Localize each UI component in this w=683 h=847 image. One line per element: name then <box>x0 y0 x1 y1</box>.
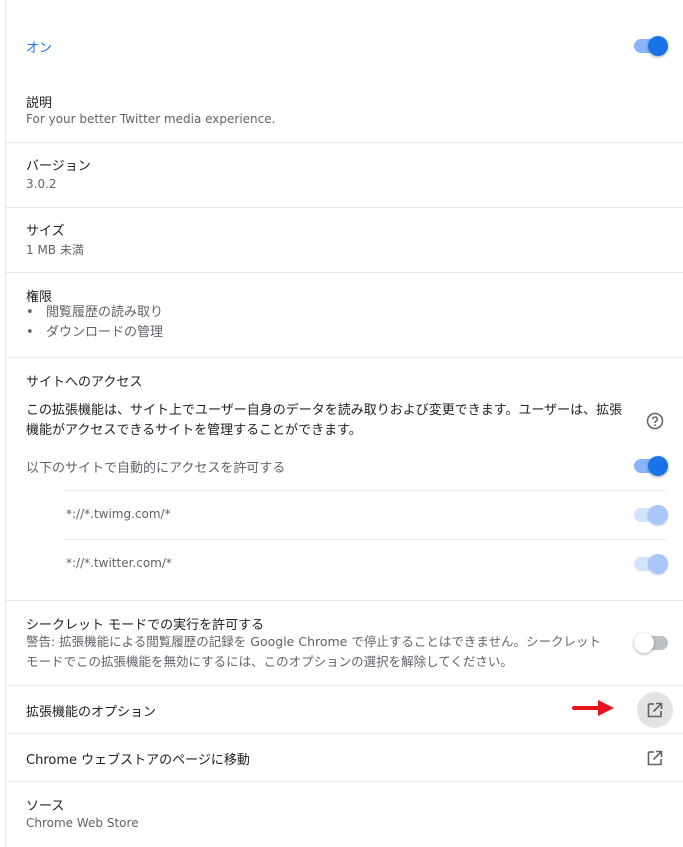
divider <box>64 490 666 491</box>
version-value: 3.0.2 <box>26 177 57 191</box>
site-access-description: この拡張機能は、サイト上でユーザー自身のデータを読み取りおよび変更できます。ユー… <box>26 403 623 438</box>
site-twitter-toggle[interactable] <box>634 554 668 574</box>
extension-details-page: オン 説明 For your better Twitter media expe… <box>5 0 683 847</box>
permissions-row: 権限 閲覧履歴の読み取り ダウンロードの管理 <box>6 273 683 358</box>
permission-item: ダウンロードの管理 <box>20 323 163 343</box>
auto-allow-toggle[interactable] <box>634 456 668 476</box>
enabled-toggle[interactable] <box>634 36 668 56</box>
incognito-row: シークレット モードでの実行を許可する 警告: 拡張機能による閲覧履歴の記録を … <box>6 601 683 686</box>
web-store-row[interactable]: Chrome ウェブストアのページに移動 <box>6 734 683 782</box>
help-circle-icon[interactable] <box>646 412 664 430</box>
version-title: バージョン <box>26 159 91 174</box>
divider <box>64 539 666 540</box>
size-value: 1 MB 未満 <box>26 243 84 257</box>
size-title: サイズ <box>26 224 65 239</box>
site-access-title: サイトへのアクセス <box>26 375 143 390</box>
incognito-toggle[interactable] <box>634 633 668 653</box>
options-row[interactable]: 拡張機能のオプション <box>6 686 683 734</box>
site-twimg: *://*.twimg.com/* <box>66 507 171 521</box>
source-title: ソース <box>26 799 65 814</box>
options-label: 拡張機能のオプション <box>26 705 157 720</box>
site-twitter: *://*.twitter.com/* <box>66 556 172 570</box>
source-value: Chrome Web Store <box>26 816 139 830</box>
web-store-label: Chrome ウェブストアのページに移動 <box>26 753 250 768</box>
size-row: サイズ 1 MB 未満 <box>6 208 683 273</box>
description-title: 説明 <box>26 96 53 111</box>
auto-allow-label: 以下のサイトで自動的にアクセスを許可する <box>26 461 286 476</box>
site-twimg-toggle[interactable] <box>634 505 668 525</box>
open-in-new-icon[interactable] <box>637 740 673 776</box>
enabled-row: オン <box>6 0 683 80</box>
incognito-title: シークレット モードでの実行を許可する <box>26 618 265 633</box>
permissions-list: 閲覧履歴の読み取り ダウンロードの管理 <box>20 303 163 343</box>
permission-item: 閲覧履歴の読み取り <box>20 303 163 323</box>
source-row: ソース Chrome Web Store <box>6 782 683 847</box>
site-access-row: サイトへのアクセス この拡張機能は、サイト上でユーザー自身のデータを読み取りおよ… <box>6 358 683 601</box>
incognito-warning: 警告: 拡張機能による閲覧履歴の記録を Google Chrome で停止するこ… <box>26 634 601 669</box>
description-value: For your better Twitter media experience… <box>26 112 276 126</box>
version-row: バージョン 3.0.2 <box>6 143 683 208</box>
red-arrow-annotation-icon <box>572 698 618 718</box>
description-row: 説明 For your better Twitter media experie… <box>6 80 683 143</box>
open-in-new-icon[interactable] <box>637 692 673 728</box>
enabled-label: オン <box>26 41 53 56</box>
